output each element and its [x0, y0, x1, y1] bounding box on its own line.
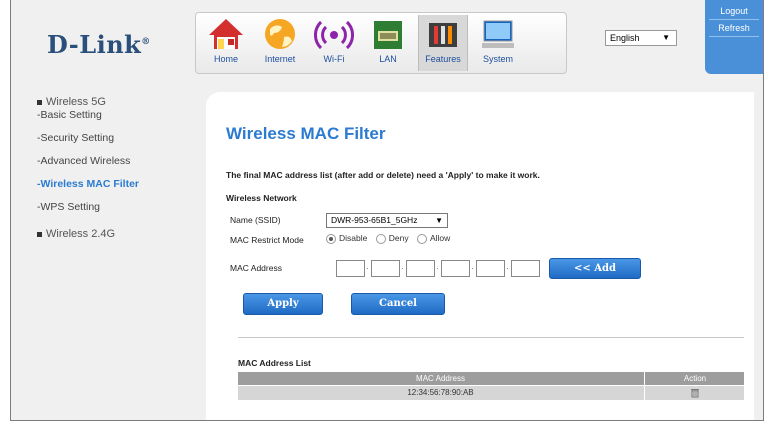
computer-icon: [482, 20, 514, 48]
radio-label: Disable: [339, 233, 368, 243]
nav-internet[interactable]: Internet: [256, 15, 304, 71]
tools-icon: [429, 23, 457, 47]
language-select[interactable]: English ▼: [605, 30, 677, 46]
mac-cell: 12:34:56:78:90:AB: [407, 388, 474, 397]
main-panel: Wireless MAC Filter The final MAC addres…: [206, 92, 754, 420]
bullet-icon: [37, 99, 42, 105]
wifi-icon: [314, 20, 354, 50]
radio-button[interactable]: [375, 233, 386, 244]
chevron-down-icon: ▼: [435, 216, 443, 225]
mac-separator: ·: [436, 264, 439, 273]
mac-octet-input[interactable]: [441, 260, 470, 277]
radio-deny[interactable]: Deny: [375, 233, 409, 244]
mac-separator: ·: [471, 264, 474, 273]
divider: [238, 337, 744, 338]
home-icon: [209, 19, 243, 49]
nav-wifi-label: Wi-Fi: [323, 54, 345, 64]
radio-button[interactable]: [416, 233, 427, 244]
ssid-value: DWR-953-65B1_5GHz: [331, 215, 418, 225]
sidebar-item-advanced-wireless[interactable]: -Advanced Wireless: [37, 151, 196, 172]
nav-internet-label: Internet: [264, 54, 296, 64]
header: D-Link® Home Internet Wi-Fi LAN Features…: [11, 0, 763, 80]
sidebar-group-label: Wireless 2.4G: [46, 228, 116, 240]
table-row: 12:34:56:78:90:AB: [238, 386, 744, 400]
radio-disable[interactable]: Disable: [326, 233, 367, 244]
auth-divider: [709, 36, 759, 37]
lan-icon: [374, 21, 402, 49]
chevron-down-icon: ▼: [662, 33, 670, 42]
radio-label: Deny: [388, 233, 409, 243]
mac-octet-input[interactable]: [406, 260, 435, 277]
refresh-link[interactable]: Refresh: [705, 22, 763, 34]
globe-icon: [265, 19, 295, 49]
radio-allow[interactable]: Allow: [416, 233, 451, 244]
mac-mode-radio-group: Disable Deny Allow: [326, 233, 456, 244]
apply-note: The final MAC address list (after add or…: [226, 170, 540, 180]
auth-divider: [709, 19, 759, 20]
sidebar-item-wireless-mac-filter[interactable]: -Wireless MAC Filter: [37, 174, 196, 195]
dlink-logo: D-Link®: [47, 30, 151, 59]
auth-box: Logout Refresh: [705, 0, 763, 74]
mac-separator: ·: [366, 264, 369, 273]
bullet-icon: [37, 231, 42, 237]
sidebar-item-basic-setting[interactable]: -Basic Setting: [37, 105, 196, 126]
sidebar: Wireless 5G -Basic Setting -Security Set…: [11, 90, 196, 240]
mac-octet-input[interactable]: [371, 260, 400, 277]
sidebar-group-wireless-24g[interactable]: Wireless 2.4G: [37, 228, 196, 240]
nav-system[interactable]: System: [474, 15, 522, 71]
ssid-label: Name (SSID): [230, 215, 281, 225]
column-header-action: Action: [644, 372, 745, 385]
nav-features[interactable]: Features: [418, 15, 468, 71]
nav-lan-label: LAN: [379, 54, 397, 64]
action-cell: [644, 386, 745, 400]
ssid-select[interactable]: DWR-953-65B1_5GHz ▼: [326, 213, 448, 228]
nav-lan[interactable]: LAN: [364, 15, 412, 71]
radio-button[interactable]: [326, 233, 336, 244]
trash-icon[interactable]: [690, 388, 700, 398]
column-header-mac: MAC Address: [416, 374, 465, 383]
cancel-button[interactable]: Cancel: [351, 293, 445, 315]
mac-separator: ·: [401, 264, 404, 273]
page-frame: D-Link® Home Internet Wi-Fi LAN Features…: [10, 0, 764, 421]
logout-link[interactable]: Logout: [705, 5, 763, 17]
nav-system-label: System: [482, 54, 513, 64]
mac-address-label: MAC Address: [230, 263, 282, 273]
top-nav: Home Internet Wi-Fi LAN Features System: [195, 12, 567, 74]
mac-octet-input[interactable]: [476, 260, 505, 277]
sidebar-item-wps-setting[interactable]: -WPS Setting: [37, 197, 196, 218]
mac-list-title: MAC Address List: [238, 358, 311, 368]
nav-home[interactable]: Home: [202, 15, 250, 71]
nav-home-label: Home: [213, 54, 238, 64]
mac-separator: ·: [506, 264, 509, 273]
add-button[interactable]: << Add: [549, 258, 641, 279]
radio-label: Allow: [429, 233, 451, 243]
mac-octet-input[interactable]: [511, 260, 540, 277]
nav-features-label: Features: [425, 54, 461, 64]
mac-mode-label: MAC Restrict Mode: [230, 235, 304, 245]
section-heading: Wireless Network: [226, 193, 297, 203]
table-header: MAC Address Action: [238, 372, 744, 385]
nav-wifi[interactable]: Wi-Fi: [310, 15, 358, 71]
mac-octet-input[interactable]: [336, 260, 365, 277]
language-value: English: [610, 33, 640, 43]
apply-button[interactable]: Apply: [243, 293, 323, 315]
page-title: Wireless MAC Filter: [226, 124, 386, 143]
mac-address-table: MAC Address Action 12:34:56:78:90:AB: [238, 372, 744, 400]
sidebar-item-security-setting[interactable]: -Security Setting: [37, 128, 196, 149]
